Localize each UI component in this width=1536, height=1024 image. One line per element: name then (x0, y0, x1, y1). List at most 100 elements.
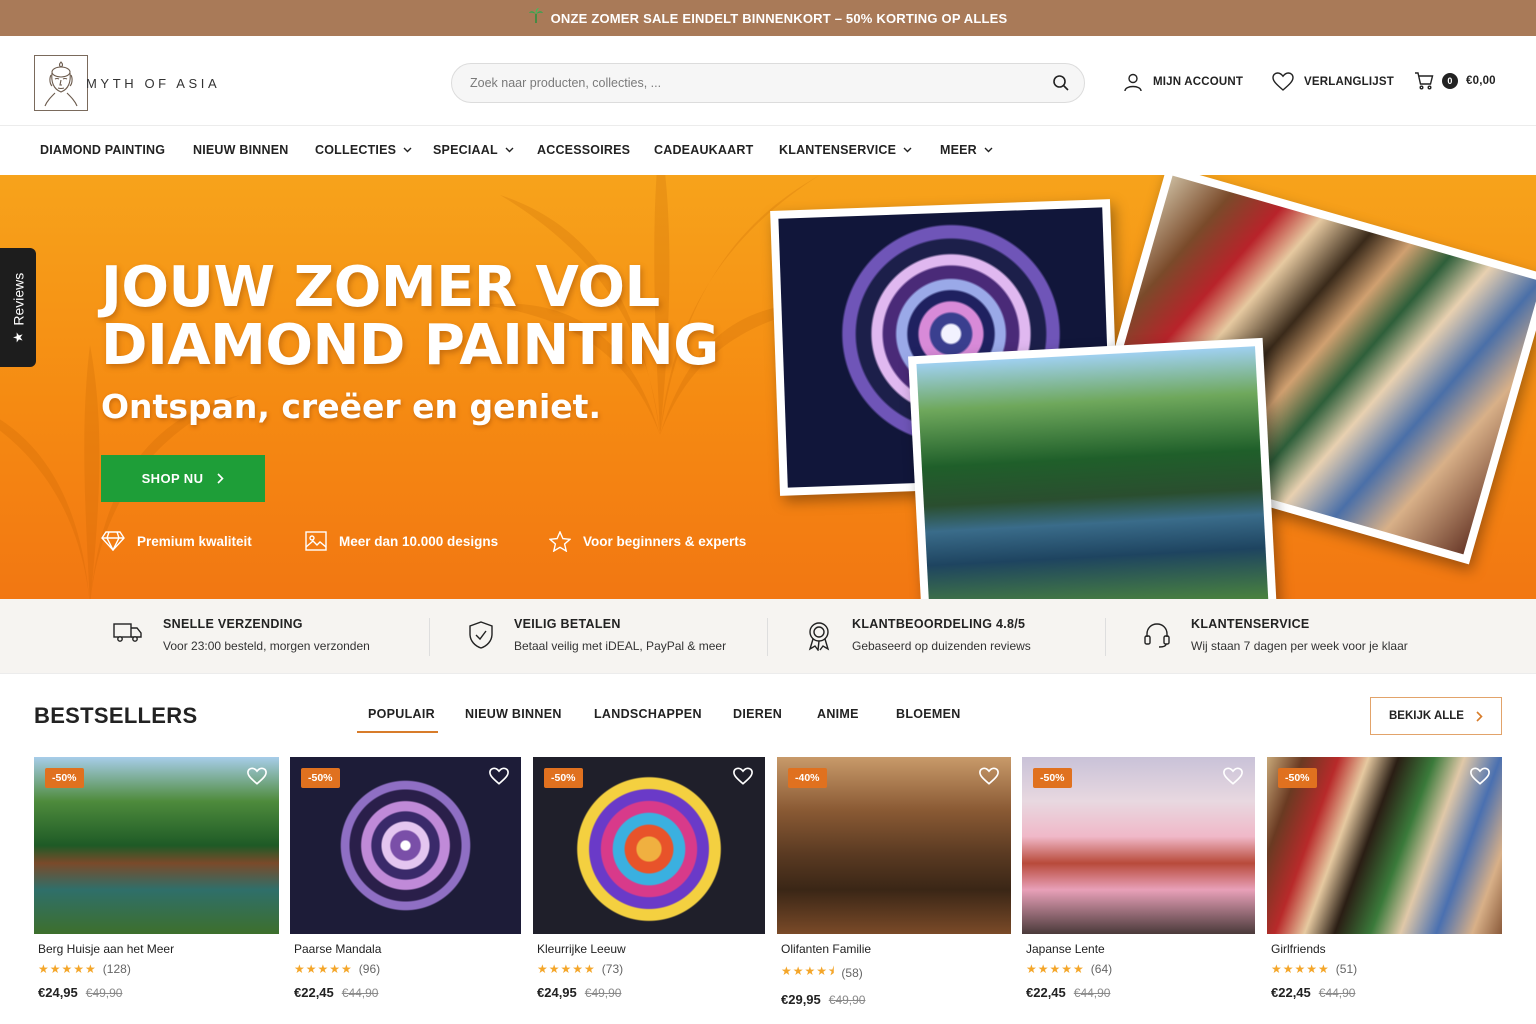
logo[interactable]: MYTH OF ASIA (34, 55, 222, 111)
product-price: €24,95 (537, 985, 577, 1000)
main-nav: DIAMOND PAINTING NIEUW BINNEN COLLECTIES… (0, 127, 1536, 175)
nav-item-collecties[interactable]: COLLECTIES (315, 143, 412, 157)
product-old-price: €44,90 (1318, 986, 1356, 1000)
rating-stars: ★★★★★ (38, 962, 97, 976)
product-card[interactable]: -50% Kleurrijke Leeuw ★★★★★ (73) €24,95 €4… (533, 757, 765, 1000)
rating-stars: ★★★★★ (294, 962, 353, 976)
palm-tree-icon (528, 8, 543, 28)
product-image[interactable]: -50% (290, 757, 521, 934)
cart-total: €0,00 (1466, 75, 1496, 87)
product-old-price: €49,90 (584, 986, 622, 1000)
truck-icon (113, 623, 142, 642)
nav-item-klantenservice[interactable]: KLANTENSERVICE (779, 143, 912, 157)
product-image[interactable]: -50% (34, 757, 279, 934)
account-link[interactable]: MIJN ACCOUNT (1123, 72, 1243, 92)
chevron-right-icon (217, 473, 225, 484)
trust-item-rating: KLANTBEOORDELING 4.8/5 Gebaseerd op duiz… (806, 617, 1031, 653)
trust-item-service: KLANTENSERVICE Wij staan 7 dagen per wee… (1143, 617, 1408, 653)
divider (767, 618, 768, 656)
product-name[interactable]: Paarse Mandala (290, 942, 521, 956)
cart-link[interactable]: 0 €0,00 (1414, 72, 1496, 90)
product-image[interactable]: -50% (1267, 757, 1502, 934)
hero-image-lake-house (908, 337, 1277, 599)
tab-nieuw-binnen[interactable]: NIEUW BINNEN (465, 707, 562, 721)
product-price: €22,45 (1026, 985, 1066, 1000)
review-count: (64) (1090, 962, 1113, 976)
tab-bloemen[interactable]: BLOEMEN (896, 707, 961, 721)
headset-icon (1144, 623, 1170, 648)
heart-icon[interactable] (1470, 767, 1490, 785)
buddha-logo-icon (34, 55, 88, 111)
product-price: €22,45 (1271, 985, 1311, 1000)
product-old-price: €44,90 (341, 986, 379, 1000)
product-price: €24,95 (38, 985, 78, 1000)
tab-dieren[interactable]: DIEREN (733, 707, 782, 721)
product-name[interactable]: Berg Huisje aan het Meer (34, 942, 279, 956)
review-count: (73) (601, 962, 624, 976)
search-icon[interactable] (1052, 74, 1070, 97)
star-icon: ★ (10, 331, 25, 343)
product-card[interactable]: -40% Olifanten Familie ★★★★⯨ (58) €29,95 €… (777, 757, 1011, 1007)
review-count: (58) (841, 965, 863, 980)
heart-icon[interactable] (733, 767, 753, 785)
heart-icon[interactable] (489, 767, 509, 785)
award-icon (808, 622, 830, 651)
product-card[interactable]: -50% Girlfriends ★★★★★ (51) €22,45 €44,90 (1267, 757, 1502, 1000)
nav-item-speciaal[interactable]: SPECIAAL (433, 143, 514, 157)
divider (1105, 618, 1106, 656)
discount-badge: -50% (45, 768, 84, 788)
star-icon (549, 531, 571, 552)
tab-populair[interactable]: POPULAIR (368, 707, 435, 721)
nav-item-meer[interactable]: MEER (940, 143, 993, 157)
product-rating: ★★★★★ (96) (290, 962, 521, 976)
trust-bar: SNELLE VERZENDING Voor 23:00 besteld, mo… (0, 599, 1536, 674)
heart-icon[interactable] (247, 767, 267, 785)
product-price: €29,95 (781, 992, 821, 1007)
reviews-tab[interactable]: ★ Reviews (0, 248, 36, 367)
chevron-down-icon (505, 147, 514, 153)
product-image[interactable]: -50% (533, 757, 765, 934)
usp-premium-quality: Premium kwaliteit (101, 531, 252, 551)
chevron-down-icon (903, 147, 912, 153)
nav-item-cadeaukaart[interactable]: CADEAUKAART (654, 143, 753, 157)
shop-now-button[interactable]: SHOP NU (101, 455, 265, 502)
view-all-button[interactable]: BEKIJK ALLE (1370, 697, 1502, 735)
nav-item-nieuw-binnen[interactable]: NIEUW BINNEN (193, 143, 288, 157)
product-card[interactable]: -50% Paarse Mandala ★★★★★ (96) €22,45 €44,… (290, 757, 521, 1000)
product-card[interactable]: -50% Berg Huisje aan het Meer ★★★★★ (128)… (34, 757, 279, 1000)
rating-stars: ★★★★★ (537, 962, 596, 976)
announcement-text: ONZE ZOMER SALE EINDELT BINNENKORT – 50%… (550, 10, 1008, 26)
product-image[interactable]: -40% (777, 757, 1011, 934)
usp-designs: Meer dan 10.000 designs (305, 531, 498, 551)
product-name[interactable]: Olifanten Familie (777, 942, 1011, 956)
product-card[interactable]: -50% Japanse Lente ★★★★★ (64) €22,45 €44,9… (1022, 757, 1255, 1000)
heart-icon[interactable] (979, 767, 999, 785)
search-bar (451, 63, 1085, 103)
product-old-price: €49,90 (828, 993, 866, 1007)
review-count: (128) (102, 962, 131, 976)
site-header: MYTH OF ASIA MIJN ACCOUNT VERLANGLIJST 0… (0, 36, 1536, 126)
chevron-right-icon (1476, 710, 1483, 722)
discount-badge: -50% (1033, 768, 1072, 788)
search-input[interactable] (470, 76, 1030, 90)
trust-item-payment: VEILIG BETALEN Betaal veilig met iDEAL, … (468, 617, 726, 653)
user-icon (1124, 73, 1142, 92)
usp-beginners-experts: Voor beginners & experts (549, 531, 746, 552)
product-name[interactable]: Girlfriends (1267, 942, 1502, 956)
tab-anime[interactable]: ANIME (817, 707, 859, 721)
active-tab-indicator (357, 731, 438, 733)
tab-landschappen[interactable]: LANDSCHAPPEN (594, 707, 702, 721)
product-old-price: €44,90 (1073, 986, 1111, 1000)
heart-icon (1272, 72, 1294, 91)
rating-stars: ★★★★⯨ (781, 964, 836, 978)
hero-subtitle: Ontspan, creëer en geniet. (101, 387, 601, 426)
announcement-bar: ONZE ZOMER SALE EINDELT BINNENKORT – 50%… (0, 0, 1536, 36)
product-name[interactable]: Kleurrijke Leeuw (533, 942, 765, 956)
product-rating: ★★★★★ (128) (34, 962, 279, 976)
product-image[interactable]: -50% (1022, 757, 1255, 934)
wishlist-link[interactable]: VERLANGLIJST (1272, 72, 1394, 91)
nav-item-diamond-painting[interactable]: DIAMOND PAINTING (40, 143, 165, 157)
nav-item-accessoires[interactable]: ACCESSOIRES (537, 143, 630, 157)
heart-icon[interactable] (1223, 767, 1243, 785)
product-name[interactable]: Japanse Lente (1022, 942, 1255, 956)
